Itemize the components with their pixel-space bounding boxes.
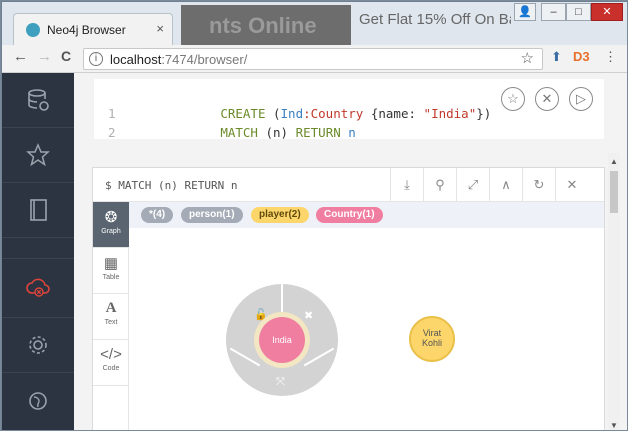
pin-icon[interactable]: ⚲ — [423, 168, 456, 202]
tab-text-label: Text — [104, 319, 118, 326]
pill-person[interactable]: person(1) — [181, 207, 243, 223]
pill-player[interactable]: player(2) — [251, 207, 309, 223]
graph-icon: ❂ — [104, 209, 118, 226]
gear-icon — [28, 336, 47, 354]
database-icon — [27, 89, 49, 111]
browser-toolbar: ← → C i localhost:7474/browser/ ☆ ⬆ D3 ⋮ — [1, 45, 627, 73]
node-halo: India — [254, 312, 310, 368]
remove-node-icon[interactable]: ✖ — [304, 309, 313, 322]
node-context-ring[interactable]: 🔓 ✖ ⤧ India — [226, 284, 338, 396]
result-frame: $ MATCH (n) RETURN n ⤓ ⚲ ⤢ ∧ ↻ ✕ ❂ Graph… — [92, 167, 605, 430]
code-line-2: 2 MATCH (n) RETURN n — [108, 110, 356, 155]
browser-window: Neo4j Browser × nts Online Get Flat 15% … — [0, 0, 628, 431]
tab-graph[interactable]: ❂ Graph — [93, 202, 129, 248]
menu-dots-icon[interactable]: ⋮ — [604, 49, 617, 65]
code-pattern: (n) — [257, 125, 296, 140]
fullscreen-icon[interactable]: ⤢ — [456, 168, 489, 202]
bookmark-star-icon[interactable]: ☆ — [521, 49, 534, 67]
tab-text[interactable]: A Text — [93, 294, 129, 340]
book-icon — [29, 199, 47, 221]
main-area: 1 CREATE (Ind:Country {name: "India"}) 2M… — [74, 73, 627, 430]
sidebar-documents[interactable] — [1, 183, 74, 238]
page-scrollbar[interactable]: ▲ ▼ — [608, 153, 620, 430]
disconnected-cloud-icon — [25, 278, 50, 297]
run-button[interactable]: ▷ — [569, 87, 593, 111]
ring-divider — [303, 347, 335, 367]
ad-right-text: Get Flat 15% Off On Basic — [359, 11, 511, 28]
sidebar-favorites[interactable] — [1, 128, 74, 183]
node-virat-kohli[interactable]: Virat Kohli — [409, 316, 455, 362]
close-frame-icon[interactable]: ✕ — [555, 168, 588, 202]
ring-divider — [281, 284, 283, 314]
favorite-button[interactable]: ☆ — [501, 87, 525, 111]
code-string: "India" — [423, 106, 477, 121]
sidebar-connection[interactable] — [1, 258, 74, 318]
address-bar[interactable]: i localhost:7474/browser/ ☆ — [83, 48, 543, 70]
pill-country[interactable]: Country(1) — [316, 207, 383, 223]
close-window-button[interactable]: ✕ — [591, 3, 623, 21]
labels-bar: *(4) person(1) player(2) Country(1) — [129, 202, 604, 228]
tab-code-label: Code — [102, 365, 120, 372]
user-profile-icon[interactable]: 👤 — [514, 3, 536, 21]
back-button[interactable]: ← — [13, 48, 28, 65]
url-host: localhost — [110, 52, 162, 67]
reload-button[interactable]: C — [61, 48, 71, 64]
view-tabs: ❂ Graph ▦ Table A Text </> Code — [93, 202, 129, 430]
graph-canvas[interactable]: 🔓 ✖ ⤧ India Virat Kohli — [129, 228, 604, 430]
forward-button[interactable]: → — [37, 48, 52, 65]
code-return-var: n — [340, 125, 356, 140]
frame-query-title[interactable]: $ MATCH (n) RETURN n — [105, 179, 237, 192]
tab-table-label: Table — [102, 274, 120, 281]
extension-person-icon[interactable]: ⬆ — [551, 49, 562, 65]
expand-node-icon[interactable]: ⤧ — [276, 376, 285, 389]
tab-table[interactable]: ▦ Table — [93, 248, 129, 294]
frame-header: $ MATCH (n) RETURN n ⤓ ⚲ ⤢ ∧ ↻ ✕ — [93, 168, 604, 202]
background-ad: nts Online Get Flat 15% Off On Basic — [181, 5, 511, 45]
url-path: :7474/browser/ — [161, 52, 248, 67]
download-icon[interactable]: ⤓ — [390, 168, 423, 202]
info-icon[interactable]: i — [89, 52, 103, 66]
code-icon: </> — [100, 346, 122, 363]
neo4j-app: 1 CREATE (Ind:Country {name: "India"}) 2M… — [1, 73, 627, 430]
text-icon: A — [105, 300, 117, 316]
node-india[interactable]: India — [259, 317, 305, 363]
scroll-down-icon[interactable]: ▼ — [610, 421, 618, 430]
node-label-line1: Virat — [422, 328, 442, 338]
tab-close-icon[interactable]: × — [156, 21, 164, 36]
line-number: 2 — [108, 125, 116, 140]
neo4j-logo-icon — [28, 391, 47, 410]
browser-tab[interactable]: Neo4j Browser × — [13, 13, 173, 45]
minimize-button[interactable]: – — [541, 3, 566, 21]
neo4j-favicon-icon — [26, 23, 40, 37]
node-label-line2: Kohli — [421, 338, 442, 348]
ad-left-text: nts Online — [181, 5, 351, 45]
keyword-return: RETURN — [295, 125, 341, 140]
pill-all[interactable]: *(4) — [141, 207, 174, 223]
line-number: 1 — [108, 106, 116, 121]
tab-code[interactable]: </> Code — [93, 340, 129, 386]
maximize-button[interactable]: □ — [566, 3, 591, 21]
cypher-editor[interactable]: 1 CREATE (Ind:Country {name: "India"}) 2M… — [94, 79, 492, 140]
clear-button[interactable]: ✕ — [535, 87, 559, 111]
editor-bar: 1 CREATE (Ind:Country {name: "India"}) 2M… — [94, 79, 604, 140]
sidebar-database[interactable] — [1, 73, 74, 128]
collapse-icon[interactable]: ∧ — [489, 168, 522, 202]
sidebar-about[interactable] — [1, 373, 74, 428]
scroll-thumb[interactable] — [610, 171, 618, 213]
keyword-match: MATCH — [220, 125, 258, 140]
star-icon — [25, 143, 50, 167]
url-text[interactable]: localhost:7474/browser/ — [110, 52, 247, 67]
rerun-icon[interactable]: ↻ — [522, 168, 555, 202]
sidebar — [1, 73, 74, 430]
table-icon: ▦ — [103, 255, 119, 272]
code-close: }) — [476, 106, 492, 121]
sidebar-settings[interactable] — [1, 318, 74, 373]
scroll-up-icon[interactable]: ▲ — [610, 157, 618, 166]
d3-extension-icon[interactable]: D3 — [573, 49, 590, 64]
tab-title: Neo4j Browser — [47, 23, 126, 37]
tab-graph-label: Graph — [101, 228, 121, 235]
title-bar: Neo4j Browser × nts Online Get Flat 15% … — [1, 1, 627, 45]
code-props: {name: — [363, 106, 424, 121]
